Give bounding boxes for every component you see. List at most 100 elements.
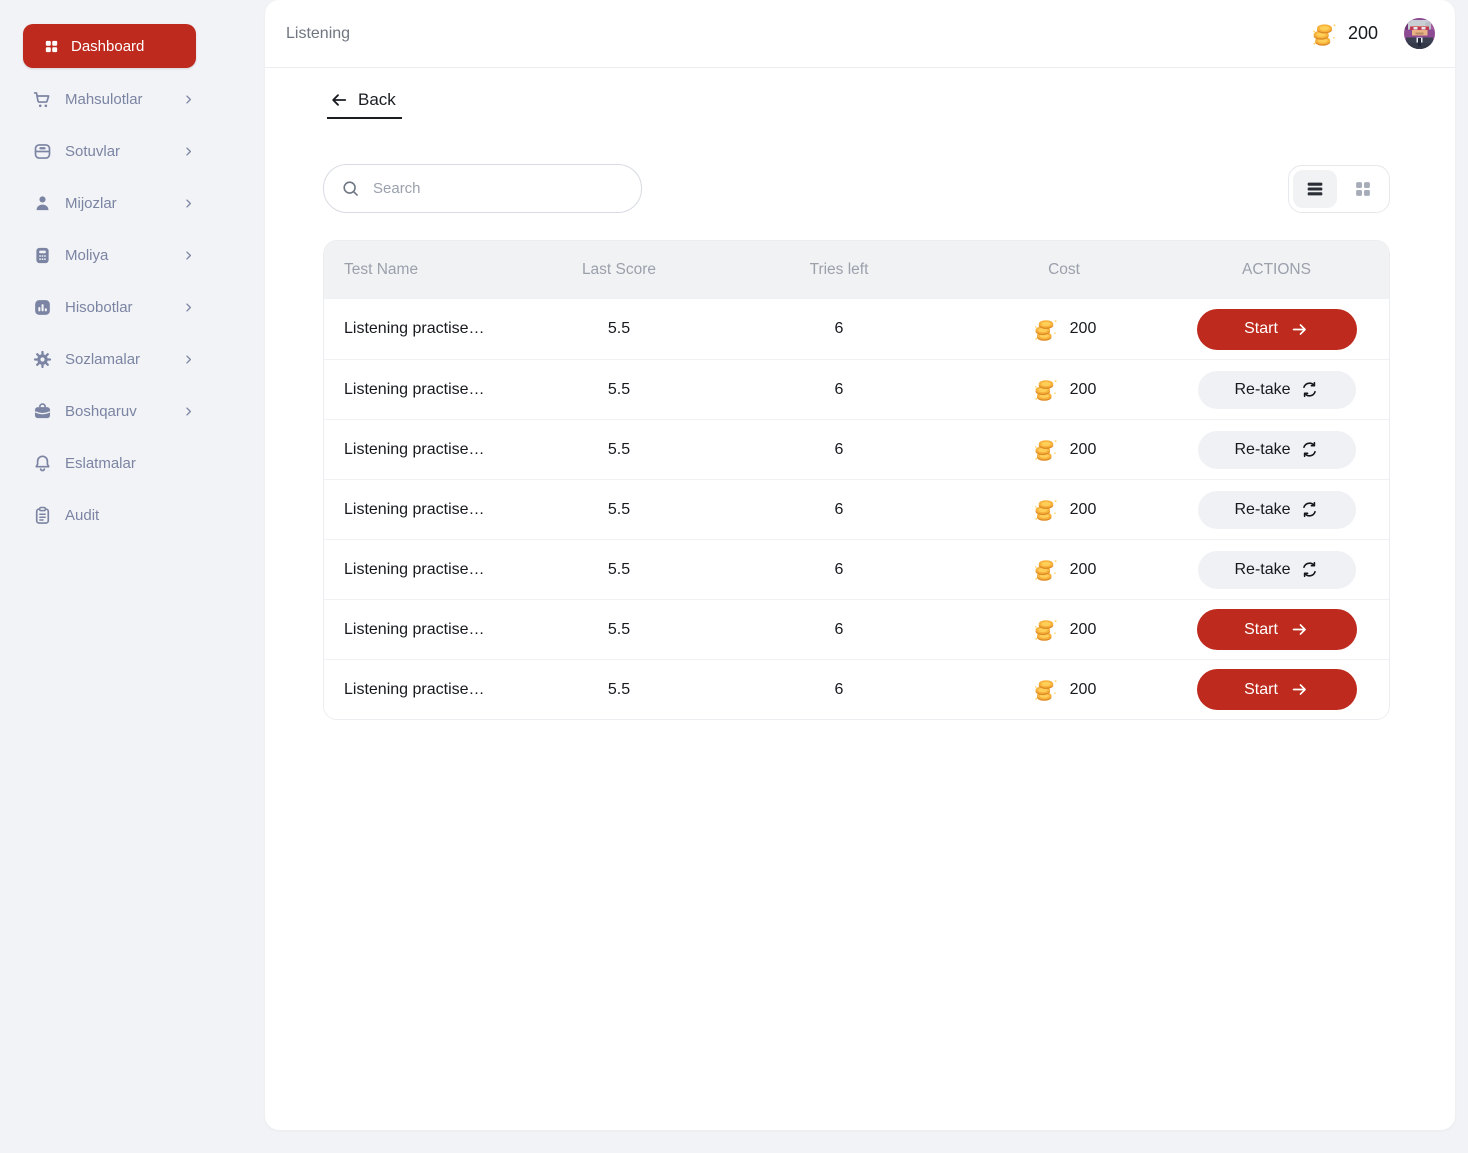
sidebar-item-label: Sozlamalar [65,351,169,368]
sidebar-nav: Mahsulotlar Sotuvlar Mijozlar Moliya His… [23,73,242,541]
action-cell: Re-take [1164,371,1389,409]
sidebar-item-mahsulotlar[interactable]: Mahsulotlar [23,73,196,125]
chevron-right-icon [181,352,196,367]
sidebar-item-label: Mahsulotlar [65,91,169,108]
sidebar-item-eslatmalar[interactable]: Eslatmalar [23,437,196,489]
tries-left: 6 [714,381,964,399]
sidebar-item-sotuvlar[interactable]: Sotuvlar [23,125,196,177]
tries-left: 6 [714,501,964,519]
sidebar-item-audit[interactable]: Audit [23,489,196,541]
retake-button[interactable]: Re-take [1198,371,1356,409]
sidebar: Dashboard Mahsulotlar Sotuvlar Mijozlar … [0,0,265,1153]
table-row: Listening practise… 5.5 6 200 Start [324,299,1389,359]
refresh-icon [1300,440,1319,459]
test-name: Listening practise… [324,561,524,579]
sidebar-item-label: Sotuvlar [65,143,169,160]
retake-label: Re-take [1234,501,1290,519]
tries-left: 6 [714,561,964,579]
cost-cell: 200 [964,556,1164,583]
user-avatar[interactable] [1404,18,1435,49]
start-label: Start [1244,621,1278,639]
retake-button[interactable]: Re-take [1198,431,1356,469]
tries-left: 6 [714,441,964,459]
sidebar-item-label: Hisobotlar [65,299,169,316]
briefcase-icon [32,401,53,422]
sidebar-item-boshqaruv[interactable]: Boshqaruv [23,385,196,437]
person-icon [32,193,53,214]
coin-stack-icon [1032,556,1059,583]
list-view-button[interactable] [1293,170,1337,208]
action-cell: Start [1164,609,1389,650]
bell-icon [32,453,53,474]
col-actions: ACTIONS [1164,261,1389,279]
action-cell: Start [1164,669,1389,710]
chevron-right-icon [181,144,196,159]
sidebar-item-mijozlar[interactable]: Mijozlar [23,177,196,229]
cost-cell: 200 [964,676,1164,703]
cost-cell: 200 [964,616,1164,643]
bar-chart-icon [32,297,53,318]
test-name: Listening practise… [324,501,524,519]
last-score: 5.5 [524,561,714,579]
action-cell: Re-take [1164,551,1389,589]
chevron-right-icon [181,196,196,211]
coin-stack-icon [1032,436,1059,463]
start-button[interactable]: Start [1197,609,1357,650]
start-button[interactable]: Start [1197,309,1357,350]
cost-value: 200 [1070,320,1097,338]
sidebar-item-label: Eslatmalar [65,455,196,472]
sidebar-item-dashboard[interactable]: Dashboard [23,24,196,68]
cost-cell: 200 [964,316,1164,343]
back-link[interactable]: Back [327,88,402,119]
sidebar-item-sozlamalar[interactable]: Sozlamalar [23,333,196,385]
page-title: Listening [286,25,350,43]
list-view-icon [1304,178,1326,200]
table-row: Listening practise… 5.5 6 200 Re-take [324,479,1389,539]
grid-view-button[interactable] [1341,170,1385,208]
last-score: 5.5 [524,621,714,639]
last-score: 5.5 [524,501,714,519]
arrow-right-icon [1290,680,1309,699]
tries-left: 6 [714,621,964,639]
avatar-image [1404,18,1435,49]
sidebar-item-hisobotlar[interactable]: Hisobotlar [23,281,196,333]
sidebar-item-label: Mijozlar [65,195,169,212]
table-row: Listening practise… 5.5 6 200 Start [324,599,1389,659]
start-label: Start [1244,681,1278,699]
view-toggle [1288,165,1390,213]
cost-value: 200 [1070,381,1097,399]
start-button[interactable]: Start [1197,669,1357,710]
col-cost: Cost [964,261,1164,279]
coin-stack-icon [1032,616,1059,643]
cost-value: 200 [1070,501,1097,519]
tries-left: 6 [714,681,964,699]
last-score: 5.5 [524,320,714,338]
content: Back Test Name Last Score Tries left [265,68,1455,720]
refresh-icon [1300,500,1319,519]
calculator-icon [32,245,53,266]
tries-left: 6 [714,320,964,338]
col-tries-left: Tries left [714,261,964,279]
retake-button[interactable]: Re-take [1198,551,1356,589]
sidebar-item-label: Audit [65,507,196,524]
refresh-icon [1300,560,1319,579]
test-name: Listening practise… [324,621,524,639]
test-name: Listening practise… [324,441,524,459]
cost-value: 200 [1070,681,1097,699]
coin-stack-icon [1032,376,1059,403]
search-input[interactable] [373,180,625,197]
grid-view-icon [1352,178,1374,200]
coin-balance: 200 [1348,23,1378,44]
test-name: Listening practise… [324,381,524,399]
table-row: Listening practise… 5.5 6 200 Re-take [324,359,1389,419]
topbar: Listening 200 [265,0,1455,68]
retake-button[interactable]: Re-take [1198,491,1356,529]
coin-stack-icon [1310,20,1338,48]
cart-icon [32,89,53,110]
test-name: Listening practise… [324,681,524,699]
last-score: 5.5 [524,441,714,459]
clipboard-icon [32,505,53,526]
dashboard-icon [43,38,60,55]
col-last-score: Last Score [524,261,714,279]
sidebar-item-moliya[interactable]: Moliya [23,229,196,281]
